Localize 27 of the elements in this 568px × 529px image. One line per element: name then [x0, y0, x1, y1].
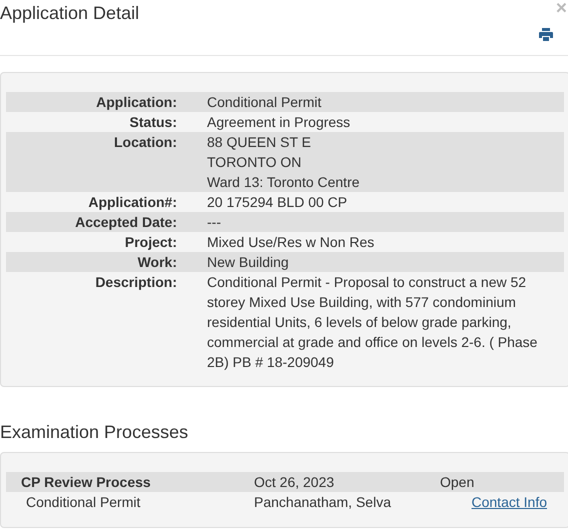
field-label: Accepted Date: [74, 213, 177, 232]
process-date: Oct 26, 2023 [254, 473, 336, 492]
process-name: CP Review Process [20, 473, 152, 492]
field-value: 20 175294 BLD 00 CP [207, 193, 348, 212]
process-status: Open [440, 473, 476, 492]
field-value: New Building [207, 253, 290, 272]
field-label: Status: [128, 113, 177, 132]
contact-info-link[interactable]: Contact Info [472, 492, 547, 512]
field-value: Conditional Permit [207, 93, 322, 112]
field-value: Mixed Use/Res w Non Res [207, 233, 376, 252]
field-label: Project: [124, 233, 177, 252]
field-label: Location: [113, 133, 177, 152]
field-label: Description: [94, 273, 177, 292]
field-value: Agreement in Progress [207, 113, 352, 132]
dialog-title: Application Detail [0, 2, 140, 24]
examiner-name: Panchanatham, Selva [254, 493, 392, 512]
field-value: --- [207, 213, 222, 232]
field-label: Work: [136, 253, 177, 272]
section-heading: Examination Processes [0, 421, 190, 443]
field-value: TORONTO ON [207, 153, 302, 172]
field-value: Ward 13: Toronto Centre [207, 173, 361, 192]
step-name: Conditional Permit [25, 493, 142, 512]
field-value: Conditional Permit - Proposal to construct a new 52 storey Mixed Use Building, with 577 condominium residential Units, 6 levels of below grade parking, commercial at grade and office on levels 2-6. ( Phase 2B) PB # 18-209049 [207, 273, 538, 372]
field-label: Application: [95, 93, 177, 112]
print-icon[interactable] [539, 28, 553, 41]
field-label: Application#: [87, 193, 177, 212]
field-value: 88 QUEEN ST E [207, 133, 312, 152]
